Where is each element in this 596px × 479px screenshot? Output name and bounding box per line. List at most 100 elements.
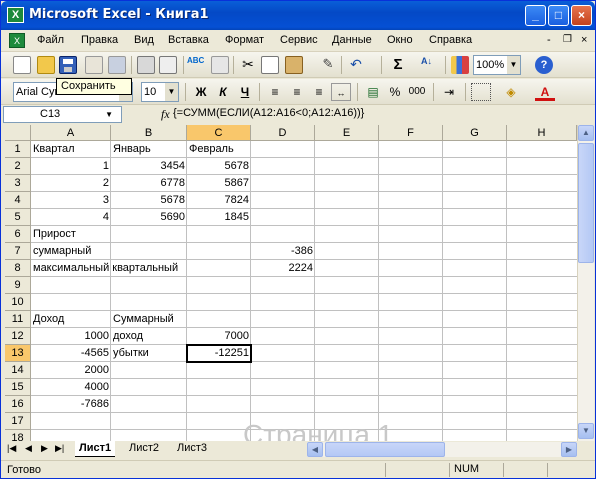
- scroll-down-icon[interactable]: ▼: [578, 423, 594, 439]
- cell-c3[interactable]: 5867: [187, 175, 251, 192]
- cut-icon[interactable]: ✂: [239, 56, 257, 74]
- help-icon[interactable]: ?: [535, 56, 553, 74]
- cell-c4[interactable]: 7824: [187, 192, 251, 209]
- insert-function-icon[interactable]: fx: [161, 107, 170, 122]
- row-header[interactable]: 11: [5, 311, 31, 328]
- scroll-up-icon[interactable]: ▲: [578, 125, 594, 141]
- row-header[interactable]: 14: [5, 362, 31, 379]
- menu-insert[interactable]: Вставка: [168, 34, 209, 46]
- worksheet-grid[interactable]: A B C D E F G H 1 2 3 4 5 6 7 8 9 10 11 …: [5, 125, 577, 441]
- row-header[interactable]: 8: [5, 260, 31, 277]
- cell-b4[interactable]: 5678: [111, 192, 187, 209]
- cell-a8[interactable]: максимальный квартальный: [31, 260, 180, 277]
- cell-b5[interactable]: 5690: [111, 209, 187, 226]
- indent-icon[interactable]: ⇥: [439, 83, 459, 101]
- merge-center-icon[interactable]: ↔: [331, 83, 351, 101]
- row-header[interactable]: 1: [5, 141, 31, 158]
- menu-file[interactable]: Файл: [37, 34, 64, 46]
- first-sheet-icon[interactable]: |◀: [7, 443, 16, 454]
- menu-format[interactable]: Формат: [225, 34, 264, 46]
- menu-window[interactable]: Окно: [387, 34, 413, 46]
- cell-c2[interactable]: 5678: [187, 158, 251, 175]
- print-icon[interactable]: [137, 56, 155, 74]
- scroll-left-icon[interactable]: ◀: [307, 442, 323, 457]
- cell-a5[interactable]: 4: [31, 209, 111, 226]
- next-sheet-icon[interactable]: ▶: [41, 443, 48, 454]
- format-painter-icon[interactable]: ✎: [319, 56, 337, 74]
- minimize-button[interactable]: _: [525, 5, 546, 26]
- align-right-icon[interactable]: ≡: [309, 83, 329, 101]
- borders-icon[interactable]: [471, 83, 491, 101]
- workbook-icon[interactable]: X: [9, 33, 25, 48]
- tab-sheet3[interactable]: Лист3: [173, 441, 211, 457]
- title-bar[interactable]: X Microsoft Excel - Книга1 _ □ ×: [1, 1, 595, 30]
- research-icon[interactable]: [211, 56, 229, 74]
- column-header-c[interactable]: C: [187, 125, 251, 141]
- row-header[interactable]: 2: [5, 158, 31, 175]
- column-header-f[interactable]: F: [379, 125, 443, 141]
- currency-icon[interactable]: ▤: [363, 83, 383, 101]
- font-color-icon[interactable]: A: [535, 83, 555, 101]
- menu-edit[interactable]: Правка: [81, 34, 118, 46]
- cell-a1[interactable]: Квартал: [31, 141, 77, 158]
- cell-a14[interactable]: 2000: [31, 362, 111, 379]
- maximize-button[interactable]: □: [548, 5, 569, 26]
- copy-icon[interactable]: [261, 56, 279, 74]
- prev-sheet-icon[interactable]: ◀: [25, 443, 32, 454]
- open-icon[interactable]: [37, 56, 55, 74]
- row-header[interactable]: 9: [5, 277, 31, 294]
- cell-b11[interactable]: Суммарный: [111, 311, 176, 328]
- sort-ascending-icon[interactable]: A↓: [421, 56, 439, 74]
- row-header[interactable]: 10: [5, 294, 31, 311]
- cell-a3[interactable]: 2: [31, 175, 111, 192]
- menu-view[interactable]: Вид: [134, 34, 154, 46]
- formula-input[interactable]: {=СУММ(ЕСЛИ(A12:A16<0;A12:A16))}: [173, 107, 364, 119]
- cell-d8[interactable]: 2224: [251, 260, 315, 277]
- thousands-button[interactable]: 000: [407, 83, 427, 101]
- chevron-down-icon[interactable]: ▼: [105, 107, 113, 122]
- print-preview-icon[interactable]: [159, 56, 177, 74]
- undo-icon[interactable]: ↶: [347, 56, 365, 74]
- email-icon[interactable]: [108, 56, 126, 74]
- row-header[interactable]: 5: [5, 209, 31, 226]
- cell-b12[interactable]: доход: [111, 328, 145, 345]
- cell-a12[interactable]: 1000: [31, 328, 111, 345]
- row-header[interactable]: 17: [5, 413, 31, 430]
- column-header-b[interactable]: B: [111, 125, 187, 141]
- new-icon[interactable]: [13, 56, 31, 74]
- spelling-icon[interactable]: ABC: [187, 56, 205, 74]
- row-header[interactable]: 6: [5, 226, 31, 243]
- chevron-down-icon[interactable]: ▼: [507, 56, 520, 74]
- paste-icon[interactable]: [285, 56, 303, 74]
- name-box[interactable]: C13 ▼: [3, 106, 122, 123]
- fill-color-icon[interactable]: ◈: [501, 83, 521, 101]
- percent-button[interactable]: %: [385, 83, 405, 101]
- zoom-select[interactable]: 100% ▼: [473, 55, 521, 75]
- autosum-icon[interactable]: Σ: [389, 56, 407, 74]
- cell-b3[interactable]: 6778: [111, 175, 187, 192]
- font-size-select[interactable]: 10 ▼: [141, 82, 179, 102]
- permission-icon[interactable]: [85, 56, 103, 74]
- horizontal-scrollbar[interactable]: ◀ ▶: [307, 442, 577, 457]
- tab-sheet2[interactable]: Лист2: [125, 441, 163, 457]
- cell-d7[interactable]: -386: [251, 243, 315, 260]
- column-header-h[interactable]: H: [507, 125, 577, 141]
- last-sheet-icon[interactable]: ▶|: [55, 443, 64, 454]
- bold-button[interactable]: Ж: [191, 83, 211, 101]
- save-icon[interactable]: [59, 56, 77, 74]
- column-header-e[interactable]: E: [315, 125, 379, 141]
- cell-c12[interactable]: 7000: [187, 328, 251, 345]
- tab-sheet1[interactable]: Лист1: [75, 441, 116, 457]
- row-header[interactable]: 4: [5, 192, 31, 209]
- row-header[interactable]: 15: [5, 379, 31, 396]
- menu-help[interactable]: Справка: [429, 34, 472, 46]
- cell-a13[interactable]: -4565: [31, 345, 111, 362]
- cell-a4[interactable]: 3: [31, 192, 111, 209]
- vertical-scrollbar[interactable]: ▲ ▼: [577, 125, 594, 441]
- chevron-down-icon[interactable]: ▼: [165, 83, 178, 101]
- row-header[interactable]: 16: [5, 396, 31, 413]
- row-header[interactable]: 18: [5, 430, 31, 441]
- cell-b13[interactable]: убытки: [111, 345, 151, 362]
- column-header-a[interactable]: A: [31, 125, 111, 141]
- excel-app-icon[interactable]: X: [7, 7, 24, 23]
